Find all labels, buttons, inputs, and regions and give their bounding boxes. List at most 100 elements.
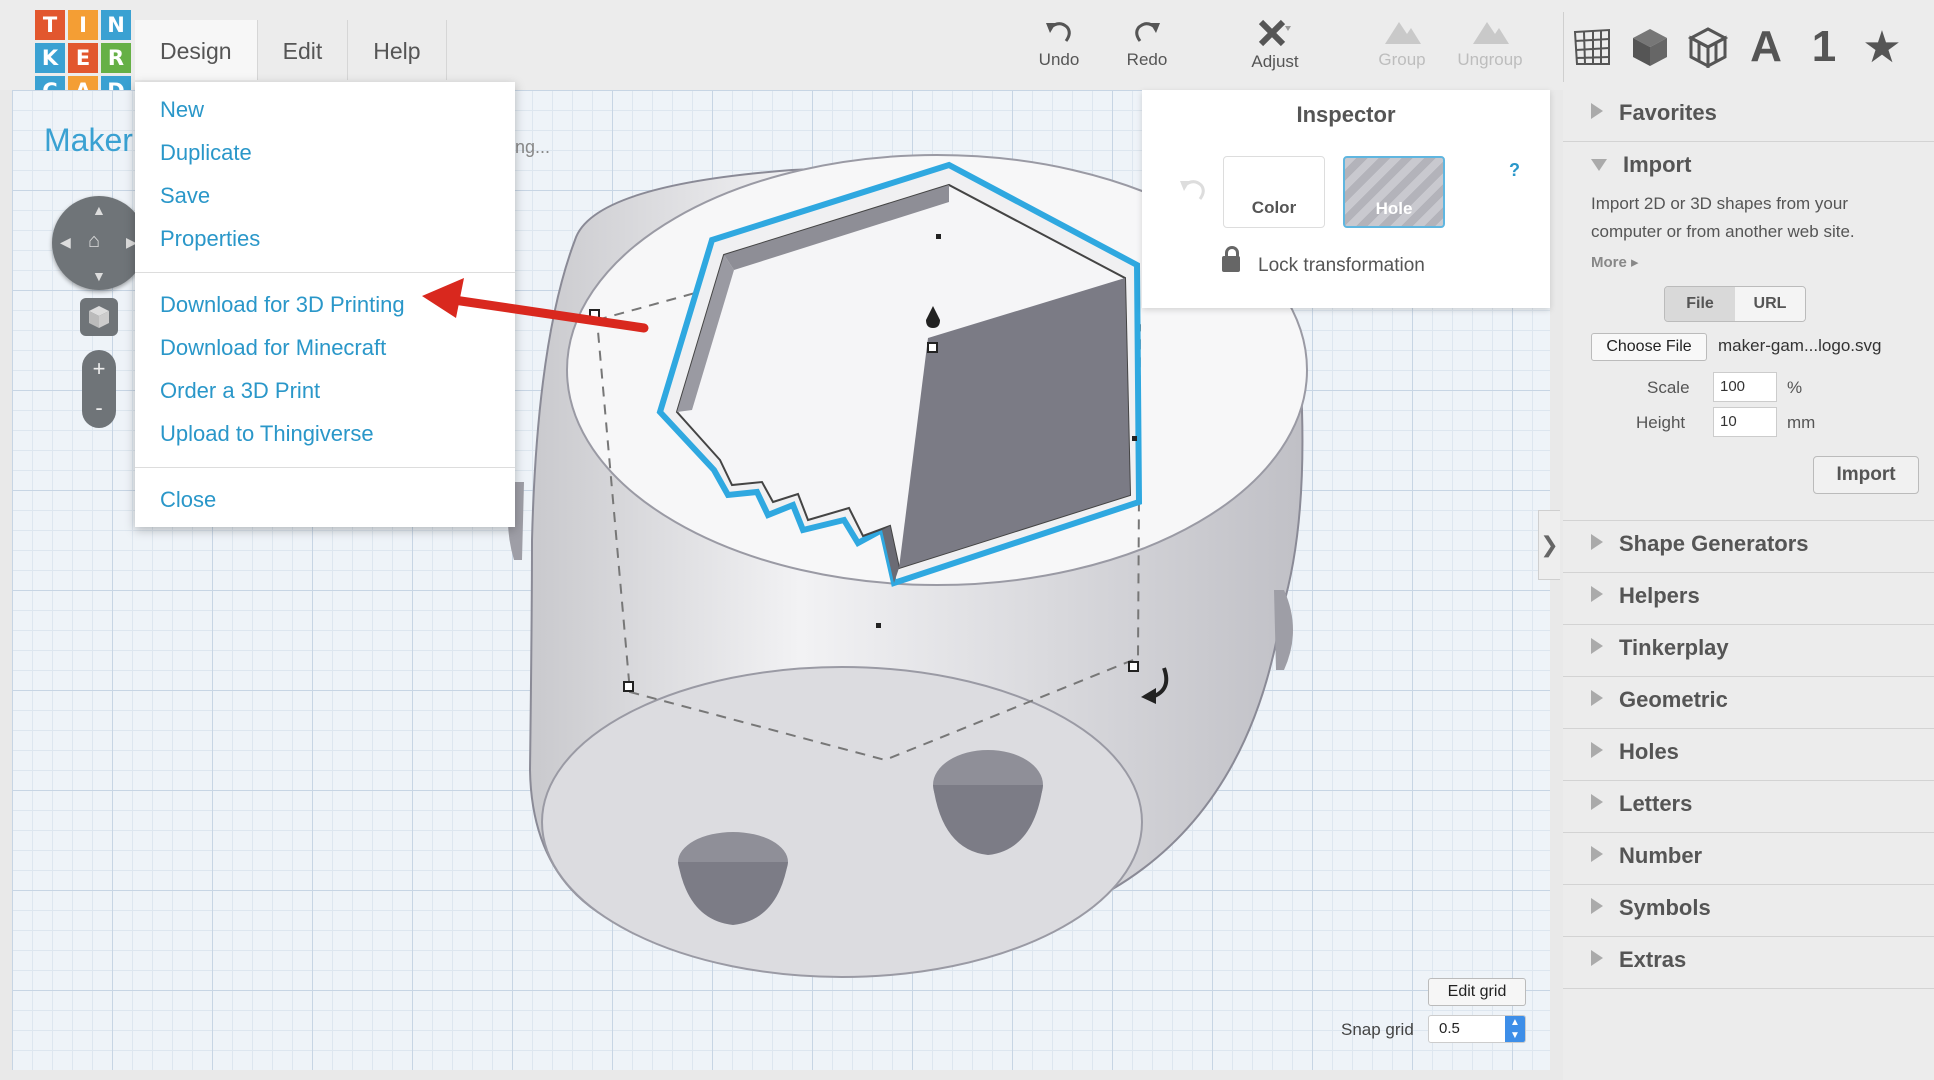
group-label: Group [1378,50,1426,69]
section-symbols[interactable]: Symbols [1563,885,1934,937]
scale-unit: % [1787,378,1803,397]
undo-icon [1046,22,1071,42]
redo-label: Redo [1126,50,1168,69]
section-tinkerplay[interactable]: Tinkerplay [1563,625,1934,677]
pan-up-icon[interactable]: ▲ [92,202,106,218]
logo-letter: R [101,43,131,73]
choose-file-button[interactable]: Choose File [1591,333,1707,361]
expand-triangle-icon [1591,586,1603,602]
snap-grid-value: 0.5 [1439,1020,1460,1037]
menu-item-properties[interactable]: Properties [135,217,515,260]
save-status: ng... [515,137,551,157]
ortho-view-button[interactable] [80,298,118,336]
ungroup-button[interactable]: Ungroup [1445,18,1535,70]
adjust-button[interactable]: Adjust [1230,18,1320,72]
hole-button[interactable]: Hole [1343,156,1445,228]
lock-label: Lock transformation [1258,255,1425,276]
height-label: Height [1636,413,1686,432]
section-holes[interactable]: Holes [1563,729,1934,781]
group-button[interactable]: Group [1357,18,1447,70]
section-label: Letters [1619,791,1693,816]
expand-triangle-icon [1591,950,1603,966]
section-label: Holes [1619,739,1679,764]
menu-design[interactable]: Design [135,20,258,80]
expand-triangle-icon [1591,534,1603,550]
section-geometric[interactable]: Geometric [1563,677,1934,729]
section-label: Import [1623,152,1692,177]
reset-icon [1180,180,1205,200]
adjust-icon [1258,19,1291,47]
menu-item-new[interactable]: New [135,88,515,131]
inspector-title: Inspector [1296,102,1396,127]
file-tab[interactable]: File [1665,287,1735,321]
grid-panel-tab[interactable] [1563,18,1621,76]
import-description: Import 2D or 3D shapes from your compute… [1591,194,1855,241]
menu-item-upload-thingiverse[interactable]: Upload to Thingiverse [135,412,515,455]
adjust-label: Adjust [1251,52,1299,71]
menu-item-save[interactable]: Save [135,174,515,217]
logo-letter: N [101,10,131,40]
menu-item-close[interactable]: Close [135,478,515,521]
expand-triangle-icon [1591,898,1603,914]
section-label: Favorites [1619,100,1717,125]
section-label: Tinkerplay [1619,635,1729,660]
import-button[interactable]: Import [1813,456,1919,494]
letters-tab[interactable]: A [1737,18,1795,76]
zoom-control: + - [82,350,116,428]
workplane-grid-icon [1573,28,1610,65]
logo-letter: I [68,10,98,40]
url-tab[interactable]: URL [1735,287,1805,321]
selected-file-name: maker-gam...logo.svg [1718,336,1882,355]
menu-edit[interactable]: Edit [258,20,349,80]
section-shape-generators[interactable]: Shape Generators [1563,520,1934,573]
basic-shapes-tab[interactable] [1621,18,1679,76]
number-tab[interactable]: 1 [1795,18,1853,76]
home-view-icon[interactable]: ⌂ [88,230,100,253]
expand-triangle-icon [1591,638,1603,654]
ungroup-label: Ungroup [1457,50,1523,69]
section-helpers[interactable]: Helpers [1563,573,1934,625]
collapse-panel-chevron-icon[interactable]: ❯ [1538,510,1560,580]
section-extras[interactable]: Extras [1563,937,1934,989]
view-navigation-control[interactable]: ▲ ▼ ◀ ▶ ⌂ [52,196,146,290]
redo-icon [1135,22,1160,42]
pan-down-icon[interactable]: ▼ [92,268,106,284]
height-input[interactable]: 10 [1713,407,1777,437]
community-shapes-tab[interactable] [1679,18,1737,76]
scale-label: Scale [1647,378,1690,397]
design-title[interactable]: Maker [44,122,133,159]
zoom-in-button[interactable]: + [82,350,116,389]
favorites-star-tab[interactable]: ★ [1853,18,1911,76]
section-label: Symbols [1619,895,1711,920]
section-favorites[interactable]: Favorites [1563,90,1934,142]
wire-cube-icon [1688,27,1728,68]
top-bar: T I N K E R C A D Design Edit Help Undo … [0,0,1934,106]
snap-grid-select[interactable]: 0.5 ▲ ▼ [1428,1015,1526,1043]
expand-triangle-icon [1591,794,1603,810]
height-unit: mm [1787,413,1816,432]
lock-icon [1222,246,1240,272]
inspector-panel: Inspector Color Hole ? Lock transformati… [1142,90,1550,308]
menu-item-duplicate[interactable]: Duplicate [135,131,515,174]
zoom-out-button[interactable]: - [82,389,116,428]
lock-transformation-toggle[interactable]: Lock transformation [1222,246,1425,277]
section-letters[interactable]: Letters [1563,781,1934,833]
color-button[interactable]: Color [1223,156,1325,228]
section-number[interactable]: Number [1563,833,1934,885]
section-import[interactable]: Import [1563,142,1934,194]
cube-view-icon [89,306,109,328]
edit-grid-button[interactable]: Edit grid [1428,978,1526,1006]
group-icon [1385,22,1421,44]
inspector-help-link[interactable]: ? [1509,160,1520,181]
more-link[interactable]: More ▸ [1591,253,1639,271]
scale-input[interactable]: 100 [1713,372,1777,402]
snap-grid-label: Snap grid [1341,1020,1414,1039]
expand-triangle-icon [1591,742,1603,758]
redo-button[interactable]: Redo [1102,18,1192,70]
pan-left-icon[interactable]: ◀ [60,234,71,251]
undo-button[interactable]: Undo [1014,18,1104,70]
expand-triangle-icon [1591,846,1603,862]
menu-help[interactable]: Help [348,20,447,80]
menu-item-order-3d-print[interactable]: Order a 3D Print [135,369,515,412]
undo-label: Undo [1038,50,1080,69]
